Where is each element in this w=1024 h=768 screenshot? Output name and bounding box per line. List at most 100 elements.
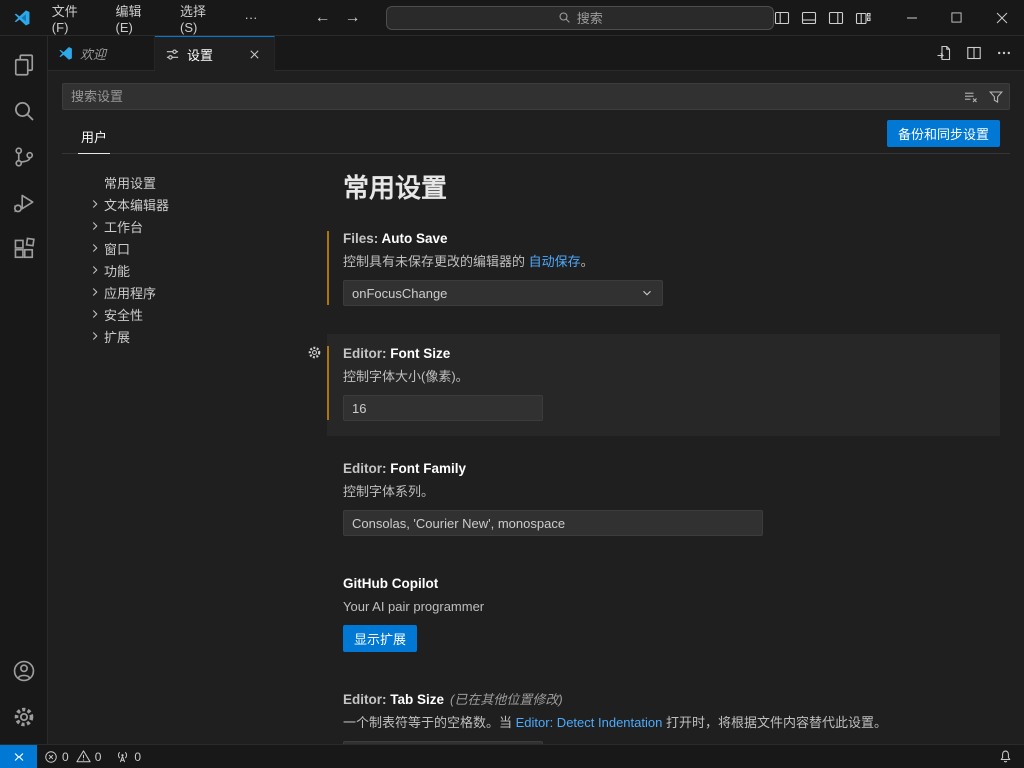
toc-item-common[interactable]: 常用设置 <box>62 171 327 193</box>
settings-section-heading: 常用设置 <box>343 168 1000 205</box>
more-actions-icon[interactable] <box>996 45 1012 61</box>
menu-edit[interactable]: 编辑(E) <box>107 0 167 39</box>
setting-description: 控制字体大小(像素)。 <box>343 368 984 386</box>
warning-icon <box>76 749 91 764</box>
chevron-right-icon <box>88 197 104 211</box>
modified-elsewhere-note: (已在其他位置修改) <box>450 692 563 707</box>
toc-item-text-editor[interactable]: 文本编辑器 <box>62 193 327 215</box>
accounts-button[interactable] <box>0 648 48 694</box>
toggle-sidebar-icon[interactable] <box>774 10 790 26</box>
remote-indicator[interactable] <box>0 745 37 768</box>
tab-settings[interactable]: 设置 <box>155 36 275 71</box>
run-debug-button[interactable] <box>0 180 48 226</box>
problems-indicator[interactable]: 0 0 <box>37 745 108 768</box>
vscode-logo-icon <box>13 9 31 27</box>
close-icon <box>996 12 1008 24</box>
tab-size-input[interactable] <box>343 741 543 744</box>
open-settings-json-icon[interactable] <box>936 45 952 61</box>
font-size-input[interactable] <box>343 395 543 421</box>
maximize-icon <box>951 12 962 23</box>
setting-label: Editor: Font Size <box>343 345 984 363</box>
detect-indentation-link[interactable]: Editor: Detect Indentation <box>516 715 663 730</box>
back-arrow-icon[interactable]: ← <box>314 9 330 27</box>
chevron-right-icon <box>88 285 104 299</box>
settings-scope-header: 用户 备份和同步设置 <box>62 114 1010 154</box>
menu-selection[interactable]: 选择(S) <box>171 0 231 39</box>
show-extension-button[interactable]: 显示扩展 <box>343 625 417 652</box>
setting-label: Files: Auto Save <box>343 230 984 248</box>
title-bar: 文件(F) 编辑(E) 选择(S) ··· ← → 搜索 <box>0 0 1024 36</box>
setting-name: GitHub Copilot <box>343 576 438 591</box>
split-editor-icon[interactable] <box>966 45 982 61</box>
explorer-button[interactable] <box>0 42 48 88</box>
auto-save-value: onFocusChange <box>352 286 447 301</box>
chevron-right-icon <box>88 263 104 277</box>
font-family-input[interactable] <box>343 510 763 536</box>
notifications-bell[interactable] <box>991 745 1020 768</box>
search-view-button[interactable] <box>0 88 48 134</box>
toc-label: 工作台 <box>104 217 143 236</box>
setting-description: Your AI pair programmer <box>343 598 984 616</box>
chevron-down-icon <box>640 286 654 300</box>
menu-file[interactable]: 文件(F) <box>43 0 103 39</box>
desc-text: 打开时，将根据文件内容替代此设置。 <box>662 715 887 730</box>
error-count: 0 <box>62 750 69 764</box>
minimize-button[interactable] <box>889 0 934 35</box>
close-tab-button[interactable] <box>244 44 264 64</box>
command-center-placeholder: 搜索 <box>577 8 603 27</box>
tab-welcome[interactable]: 欢迎 <box>48 36 155 70</box>
setting-editor-tab-size: Editor: Tab Size(已在其他位置修改) 一个制表符等于的空格数。当… <box>327 680 1000 744</box>
toc-item-security[interactable]: 安全性 <box>62 303 327 325</box>
setting-label: Editor: Font Family <box>343 460 984 478</box>
desc-text: 。 <box>581 254 594 269</box>
ports-indicator[interactable]: 0 <box>108 745 148 768</box>
backup-sync-settings-button[interactable]: 备份和同步设置 <box>887 120 1000 147</box>
filter-icon[interactable] <box>988 89 1004 105</box>
tab-bar: 欢迎 设置 <box>48 36 1024 71</box>
account-icon <box>12 659 36 683</box>
setting-name: Auto Save <box>382 231 448 246</box>
toc-label: 安全性 <box>104 305 143 324</box>
source-control-button[interactable] <box>0 134 48 180</box>
scope-tab-user[interactable]: 用户 <box>78 121 110 154</box>
toggle-secondary-sidebar-icon[interactable] <box>828 10 844 26</box>
manage-button[interactable] <box>0 694 48 740</box>
maximize-button[interactable] <box>934 0 979 35</box>
extensions-button[interactable] <box>0 226 48 272</box>
minimize-icon <box>906 12 918 24</box>
settings-search <box>62 83 1010 110</box>
toggle-panel-icon[interactable] <box>801 10 817 26</box>
source-control-icon <box>12 145 36 169</box>
setting-category: Files: <box>343 231 382 246</box>
toc-item-features[interactable]: 功能 <box>62 259 327 281</box>
settings-search-input[interactable] <box>62 83 1010 110</box>
clear-search-results-icon[interactable] <box>963 89 979 105</box>
setting-description: 一个制表符等于的空格数。当 Editor: Detect Indentation… <box>343 714 984 732</box>
error-icon <box>44 750 58 764</box>
auto-save-link[interactable]: 自动保存 <box>529 254 581 269</box>
setting-description: 控制具有未保存更改的编辑器的 自动保存。 <box>343 253 984 271</box>
toc-item-workbench[interactable]: 工作台 <box>62 215 327 237</box>
command-center-search[interactable]: 搜索 <box>386 6 774 30</box>
setting-name: Tab Size <box>390 692 444 707</box>
toc-item-application[interactable]: 应用程序 <box>62 281 327 303</box>
toc-label: 应用程序 <box>104 283 156 302</box>
status-bar: 0 0 0 <box>0 744 1024 768</box>
setting-github-copilot: GitHub Copilot Your AI pair programmer 显… <box>327 564 1000 667</box>
toc-item-extensions[interactable]: 扩展 <box>62 325 327 347</box>
setting-gear-icon[interactable] <box>307 345 322 360</box>
auto-save-select[interactable]: onFocusChange <box>343 280 663 306</box>
setting-editor-font-family: Editor: Font Family 控制字体系列。 <box>327 449 1000 551</box>
tab-settings-label: 设置 <box>187 45 213 64</box>
menu-more[interactable]: ··· <box>235 6 266 29</box>
setting-category: Editor: <box>343 346 390 361</box>
explorer-icon <box>12 53 36 77</box>
close-window-button[interactable] <box>979 0 1024 35</box>
toc-label: 文本编辑器 <box>104 195 169 214</box>
toc-item-window[interactable]: 窗口 <box>62 237 327 259</box>
remote-icon <box>12 750 26 764</box>
extensions-icon <box>12 237 36 261</box>
customize-layout-icon[interactable] <box>855 10 871 26</box>
gear-icon <box>12 705 36 729</box>
forward-arrow-icon[interactable]: → <box>344 9 360 27</box>
